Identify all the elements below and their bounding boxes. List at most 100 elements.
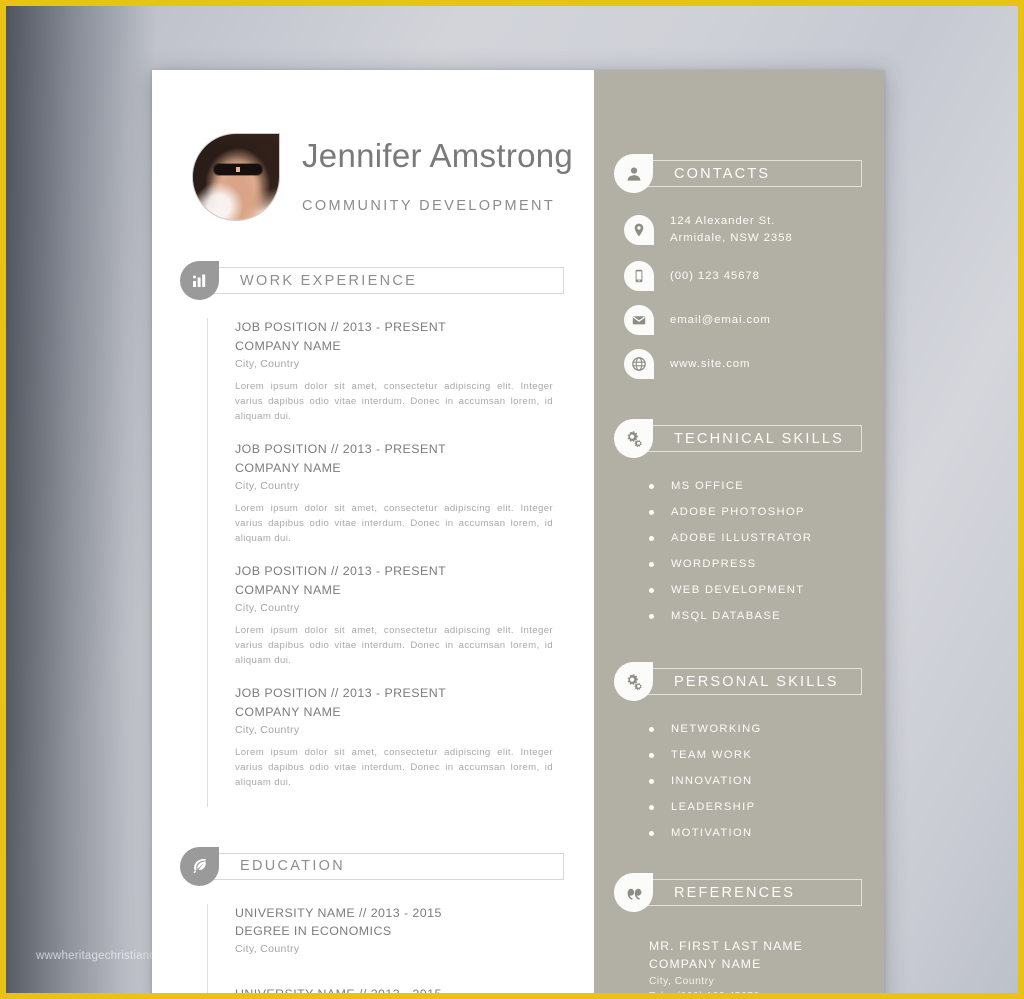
envelope-icon xyxy=(624,305,654,336)
work-description: Lorem ipsum dolor sit amet, consectetur … xyxy=(235,502,553,545)
technical-skill-label: WORDPRESS xyxy=(671,558,757,571)
location-pin-icon xyxy=(624,215,654,246)
list-item: LEADERSHIP xyxy=(649,801,884,813)
sunglasses-detail xyxy=(213,164,262,176)
list-item: NETWORKING xyxy=(649,723,884,735)
bullet-dot-icon xyxy=(649,726,654,732)
work-company: COMPANY NAME xyxy=(235,583,342,598)
section-title-bar-work: WORK EXPERIENCE xyxy=(213,267,564,294)
work-item: JOB POSITION // 2013 - PRESENT COMPANY N… xyxy=(235,440,594,562)
contact-row-email[interactable]: email@emai.com xyxy=(624,305,884,336)
work-place: City, Country xyxy=(235,602,300,614)
contact-row-address[interactable]: 124 Alexander St. Armidale, NSW 2358 xyxy=(624,213,884,247)
work-experience-list: JOB POSITION // 2013 - PRESENT COMPANY N… xyxy=(207,318,594,807)
section-title-personal-skills: PERSONAL SKILLS xyxy=(674,673,839,690)
person-icon xyxy=(614,154,653,193)
work-place: City, Country xyxy=(235,724,300,737)
references-list: MR. FIRST LAST NAME COMPANY NAME City, C… xyxy=(594,938,884,999)
section-title-contacts: CONTACTS xyxy=(674,165,771,182)
bullet-dot-icon xyxy=(649,613,654,619)
avatar xyxy=(192,133,280,221)
work-item: JOB POSITION // 2013 - PRESENT COMPANY N… xyxy=(235,684,594,806)
contact-address-line2: Armidale, NSW 2358 xyxy=(670,232,793,245)
education-place: City, Country xyxy=(235,943,300,956)
contact-row-website[interactable]: www.site.com xyxy=(624,349,884,380)
work-item: JOB POSITION // 2013 - PRESENT COMPANY N… xyxy=(235,318,594,440)
avatar-image xyxy=(193,134,279,220)
contact-phone: (00) 123 45678 xyxy=(670,269,760,282)
work-position: JOB POSITION // 2013 - PRESENT xyxy=(235,564,447,579)
backdrop-vignette xyxy=(6,6,156,993)
contacts-list: 124 Alexander St. Armidale, NSW 2358 (00… xyxy=(594,213,884,380)
list-item: INNOVATION xyxy=(649,775,884,787)
job-title: COMMUNITY DEVELOPMENT xyxy=(302,198,556,214)
contact-address: 124 Alexander St. Armidale, NSW 2358 xyxy=(670,213,793,247)
name-block: Jennifer Amstrong COMMUNITY DEVELOPMENT xyxy=(280,133,573,214)
list-item: MS OFFICE xyxy=(649,480,884,492)
technical-skills-list: MS OFFICE ADOBE PHOTOSHOP ADOBE ILLUSTRA… xyxy=(594,480,884,622)
reference-place: City, Country xyxy=(649,975,715,987)
education-item: UNIVERSITY NAME // 2013 - 2015 DEGREE IN… xyxy=(235,904,594,972)
personal-skill-label: LEADERSHIP xyxy=(671,801,756,814)
section-header-contacts: CONTACTS xyxy=(594,154,884,193)
mobile-phone-icon xyxy=(624,261,654,292)
section-title-bar-education: EDUCATION xyxy=(213,852,564,880)
work-position: JOB POSITION // 2013 - PRESENT xyxy=(235,320,447,334)
bullet-dot-icon xyxy=(649,587,654,593)
section-title-bar-references: REFERENCES xyxy=(647,879,862,907)
globe-icon xyxy=(624,349,654,380)
contact-row-phone[interactable]: (00) 123 45678 xyxy=(624,261,884,292)
technical-skill-label: ADOBE ILLUSTRATOR xyxy=(671,532,813,545)
quote-icon xyxy=(614,873,653,913)
resume-main-column: Jennifer Amstrong COMMUNITY DEVELOPMENT … xyxy=(152,70,594,999)
list-item: ADOBE ILLUSTRATOR xyxy=(649,532,884,544)
work-item: JOB POSITION // 2013 - PRESENT COMPANY N… xyxy=(235,562,594,684)
list-item: MOTIVATION xyxy=(649,827,884,839)
work-position: JOB POSITION // 2013 - PRESENT xyxy=(235,442,447,457)
section-title-work: WORK EXPERIENCE xyxy=(240,272,418,289)
education-degree: DEGREE IN ECONOMICS xyxy=(235,924,392,939)
list-item: MSQL DATABASE xyxy=(649,610,884,622)
work-description: Lorem ipsum dolor sit amet, consectetur … xyxy=(235,380,553,422)
list-item: TEAM WORK xyxy=(649,749,884,761)
section-header-work-experience: WORK EXPERIENCE xyxy=(152,261,594,300)
contact-email: email@emai.com xyxy=(670,313,771,326)
bullet-dot-icon xyxy=(649,752,654,758)
reference-tel: Telp: (000) 123 45678 xyxy=(649,990,760,999)
personal-skill-label: NETWORKING xyxy=(671,723,762,736)
list-item: WEB DEVELOPMENT xyxy=(649,584,884,596)
work-position: JOB POSITION // 2013 - PRESENT xyxy=(235,686,447,701)
work-company: COMPANY NAME xyxy=(235,705,342,720)
section-title-education: EDUCATION xyxy=(240,858,346,875)
section-title-bar-technical-skills: TECHNICAL SKILLS xyxy=(647,425,862,453)
bullet-dot-icon xyxy=(649,778,654,784)
resume-sidebar: CONTACTS 124 Alexander St. Armidale, NSW… xyxy=(594,70,884,999)
section-title-bar-contacts: CONTACTS xyxy=(647,160,862,187)
work-place: City, Country xyxy=(235,479,300,492)
personal-skills-list: NETWORKING TEAM WORK INNOVATION LEADERSH… xyxy=(594,723,884,839)
education-school: UNIVERSITY NAME // 2013 - 2015 xyxy=(235,905,442,920)
technical-skill-label: MSQL DATABASE xyxy=(671,610,781,623)
personal-skill-label: INNOVATION xyxy=(671,775,753,788)
technical-skill-label: ADOBE PHOTOSHOP xyxy=(671,506,805,519)
bullet-dot-icon xyxy=(649,561,654,567)
section-title-bar-personal-skills: PERSONAL SKILLS xyxy=(647,668,862,696)
technical-skill-label: MS OFFICE xyxy=(671,480,745,493)
gears-icon xyxy=(614,419,653,459)
list-item: WORDPRESS xyxy=(649,558,884,570)
resume-header: Jennifer Amstrong COMMUNITY DEVELOPMENT xyxy=(152,70,594,221)
work-company: COMPANY NAME xyxy=(235,461,342,475)
quill-pen-icon xyxy=(180,846,219,886)
bullet-dot-icon xyxy=(649,509,654,515)
personal-skill-label: MOTIVATION xyxy=(671,827,753,840)
bullet-dot-icon xyxy=(649,804,654,810)
section-header-technical-skills: TECHNICAL SKILLS xyxy=(594,419,884,459)
screenshot-stage: wwwheritagechristiancollege.com Jennifer… xyxy=(0,0,1024,999)
section-header-references: REFERENCES xyxy=(594,873,884,913)
education-school: UNIVERSITY NAME // 2013 - 2015 xyxy=(235,987,442,999)
personal-skill-label: TEAM WORK xyxy=(671,749,753,762)
resume-sheet: Jennifer Amstrong COMMUNITY DEVELOPMENT … xyxy=(152,70,884,999)
bullet-dot-icon xyxy=(649,535,654,541)
section-title-technical-skills: TECHNICAL SKILLS xyxy=(674,430,845,447)
contact-address-line1: 124 Alexander St. xyxy=(670,215,776,227)
